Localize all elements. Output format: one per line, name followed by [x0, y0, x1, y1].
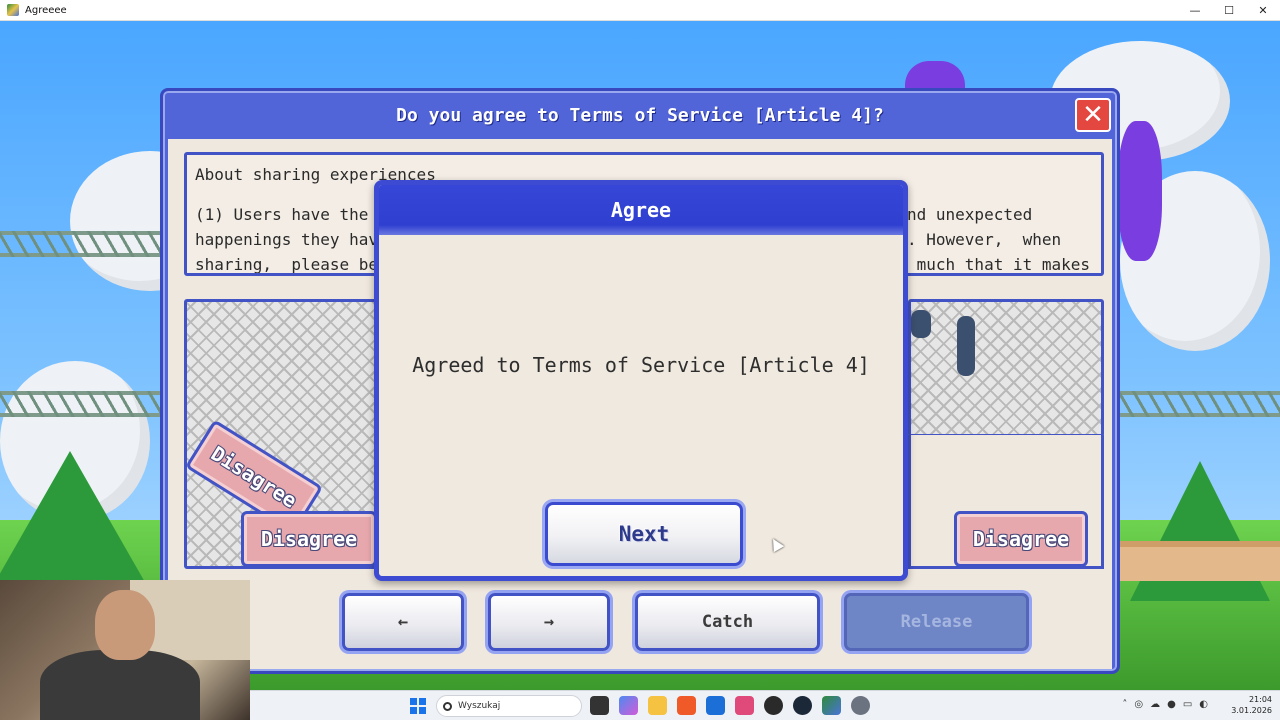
control-bar: ← → Catch Release [168, 589, 1112, 659]
claw-icon [911, 310, 931, 338]
webcam-overlay [0, 580, 250, 720]
steam-icon[interactable] [793, 696, 812, 715]
chevron-up-icon[interactable]: ˄ [1122, 699, 1127, 710]
app-icon [7, 4, 19, 16]
microphone-icon[interactable]: ● [1167, 699, 1176, 710]
terms-line-right: much that it makes [907, 255, 1091, 274]
taskbar: Wyszukaj ˄ ◎ ☁ ● ▭ ◐ 21:04 3.01.2026 [250, 690, 1280, 720]
claw-play-area-right [908, 299, 1104, 437]
next-button[interactable]: Next [545, 502, 743, 566]
window-titlebar: Agreeee — ☐ ✕ [0, 0, 1280, 21]
obs-icon[interactable] [764, 696, 783, 715]
window-controls: — ☐ ✕ [1178, 0, 1280, 21]
webcam-person-head [95, 590, 155, 660]
terms-line-right: nd unexpected [907, 205, 1033, 224]
disagree-button-right[interactable]: Disagree [954, 511, 1088, 567]
window-title: Agreeee [25, 4, 67, 16]
clock-date: 3.01.2026 [1231, 706, 1272, 715]
tos-dialog-title: Do you agree to Terms of Service [Articl… [396, 104, 884, 126]
search-icon [443, 701, 452, 711]
agree-popup-title: Agree [379, 185, 903, 235]
task-view-icon[interactable] [590, 696, 609, 715]
disagree-button-left[interactable]: Disagree [241, 511, 377, 567]
search-placeholder: Wyszukaj [458, 701, 501, 711]
agree-popup: Agree Agreed to Terms of Service [Articl… [374, 180, 908, 581]
move-right-button[interactable]: → [488, 593, 610, 651]
bridge-plank [1115, 541, 1280, 581]
close-icon[interactable]: ✕ [1075, 98, 1111, 132]
move-left-button[interactable]: ← [342, 593, 464, 651]
catch-button[interactable]: Catch [635, 593, 820, 651]
girder [0, 391, 165, 417]
release-button: Release [844, 593, 1029, 651]
clock[interactable]: 21:04 3.01.2026 [1231, 694, 1272, 716]
taskbar-search[interactable]: Wyszukaj [436, 695, 582, 717]
close-window-button[interactable]: ✕ [1246, 0, 1280, 21]
game-app-icon[interactable] [735, 696, 754, 715]
windows-logo-icon[interactable] [410, 698, 426, 714]
store-icon[interactable] [706, 696, 725, 715]
brave-icon[interactable] [677, 696, 696, 715]
girder [0, 231, 165, 257]
agree-message: Agreed to Terms of Service [Article 4] [412, 353, 870, 377]
minimize-button[interactable]: — [1178, 0, 1212, 21]
maximize-button[interactable]: ☐ [1212, 0, 1246, 21]
volume-icon[interactable]: ◐ [1199, 699, 1208, 710]
cloud-icon[interactable]: ☁ [1150, 699, 1160, 710]
network-icon[interactable]: ◎ [1134, 699, 1143, 710]
wifi-icon[interactable]: ▭ [1183, 699, 1192, 710]
clock-time: 21:04 [1248, 695, 1272, 704]
system-tray: ˄ ◎ ☁ ● ▭ ◐ [1122, 699, 1208, 710]
copilot-icon[interactable] [619, 696, 638, 715]
tree [0, 451, 150, 591]
claw-icon [957, 316, 975, 376]
purple-shape [1118, 121, 1162, 261]
terms-line-right: . However, when [907, 230, 1062, 249]
file-explorer-icon[interactable] [648, 696, 667, 715]
taskbar-apps [590, 696, 870, 715]
girder [1120, 391, 1280, 417]
webcam-person-body [40, 650, 200, 720]
agreeee-app-icon[interactable] [822, 696, 841, 715]
settings-icon[interactable] [851, 696, 870, 715]
